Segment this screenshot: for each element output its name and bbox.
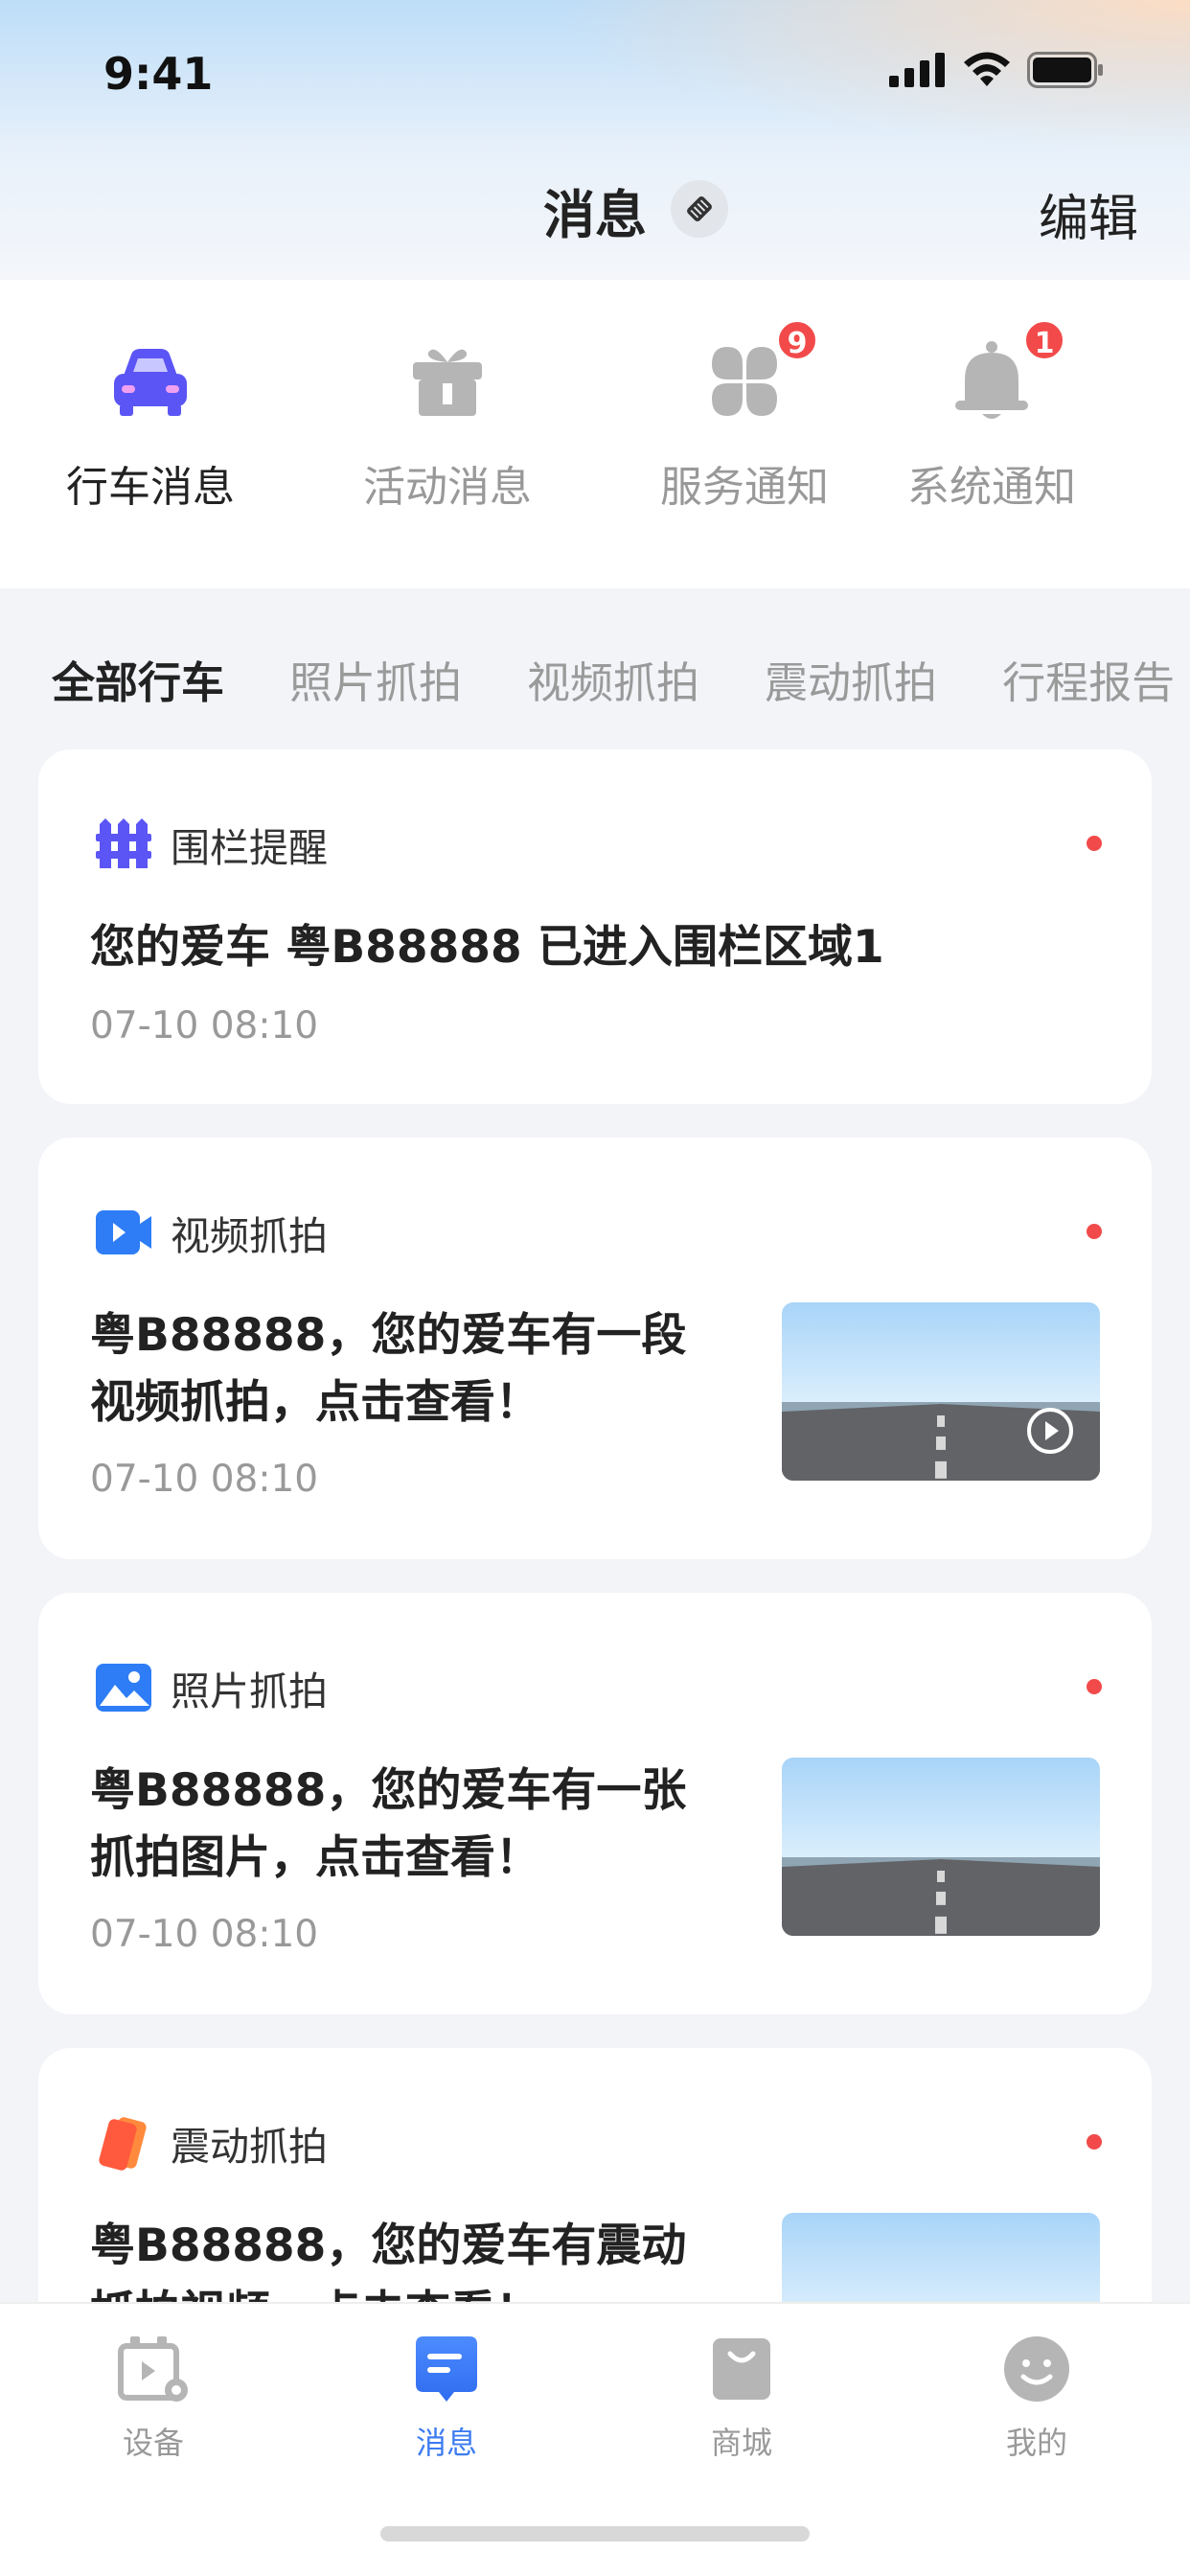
message-card-photo[interactable]: 照片抓拍 粤B88888，您的爱车有一张 抓拍图片，点击查看！ 07-10 08…	[38, 1593, 1152, 2014]
card-type-label: 震动抓拍	[171, 2124, 328, 2170]
road-image	[782, 1857, 1100, 1936]
card-header: 视频抓拍	[94, 1203, 328, 1262]
page-title: 消息	[543, 185, 647, 245]
tab-shop[interactable]: 商城	[646, 2333, 837, 2463]
card-type-label: 照片抓拍	[171, 1668, 328, 1714]
unread-badge: 1	[1022, 318, 1066, 362]
video-icon	[94, 1203, 153, 1262]
category-label: 服务通知	[660, 463, 829, 512]
tab-device[interactable]: 设备	[57, 2333, 249, 2463]
category-label: 活动消息	[363, 463, 532, 512]
message-card-video[interactable]: 视频抓拍 粤B88888，您的爱车有一段 视频抓拍，点击查看！ 07-10 08…	[38, 1138, 1152, 1559]
category-driving[interactable]: 行车消息	[35, 334, 265, 514]
category-service[interactable]: 9 服务通知	[629, 318, 859, 514]
message-time: 07-10 08:10	[90, 1004, 319, 1047]
photo-icon	[94, 1658, 153, 1717]
filter-tabs: 全部行车 照片抓拍 视频抓拍 震动抓拍 行程报告	[52, 648, 1190, 710]
message-icon	[410, 2333, 483, 2405]
clover-icon: 9	[697, 318, 819, 429]
card-header: 照片抓拍	[94, 1658, 328, 1717]
tab-label: 我的	[1005, 2425, 1067, 2461]
unread-dot	[1087, 836, 1102, 851]
tab-mine[interactable]: 我的	[941, 2333, 1133, 2463]
play-icon	[1027, 1408, 1073, 1454]
status-time: 9:41	[103, 48, 214, 100]
signal-icon	[889, 53, 945, 87]
tab-message[interactable]: 消息	[351, 2333, 542, 2463]
card-header: 震动抓拍	[94, 2113, 328, 2173]
shop-bag-icon	[705, 2333, 778, 2405]
filter-tab-photo[interactable]: 照片抓拍	[289, 648, 462, 710]
card-type-label: 视频抓拍	[171, 1213, 328, 1259]
car-icon	[103, 334, 198, 429]
message-time: 07-10 08:10	[90, 1913, 319, 1956]
wifi-icon	[964, 52, 1010, 86]
battery-icon	[1027, 52, 1103, 88]
filter-tab-video[interactable]: 视频抓拍	[527, 648, 699, 710]
message-text-line: 视频抓拍，点击查看！	[90, 1376, 540, 1429]
gift-icon	[400, 334, 495, 429]
message-card-fence[interactable]: 围栏提醒 您的爱车 粤B88888 已进入围栏区域1 07-10 08:10	[38, 749, 1152, 1104]
message-text-line: 粤B88888，您的爱车有一张	[90, 1764, 687, 1817]
message-text-line: 抓拍图片，点击查看！	[90, 1831, 540, 1884]
filter-tab-trip-report[interactable]: 行程报告	[1002, 648, 1175, 710]
device-icon	[117, 2333, 190, 2405]
smiley-icon	[1000, 2333, 1073, 2405]
filter-tab-all[interactable]: 全部行车	[52, 648, 224, 710]
photo-thumbnail[interactable]	[782, 1758, 1100, 1936]
unread-dot	[1087, 1679, 1102, 1694]
category-label: 行车消息	[66, 463, 235, 512]
message-text-line: 粤B88888，您的爱车有一段	[90, 1309, 687, 1362]
message-text: 粤B88888，您的爱车有一段 视频抓拍，点击查看！	[90, 1302, 686, 1437]
card-header: 围栏提醒	[94, 815, 328, 874]
clear-unread-icon[interactable]	[671, 180, 728, 238]
unread-badge: 9	[775, 318, 819, 362]
nav-title-wrap: 消息	[0, 172, 1190, 248]
vibration-icon	[94, 2113, 153, 2173]
message-text-line: 粤B88888，您的爱车有震动	[90, 2220, 687, 2272]
unread-dot	[1087, 1224, 1102, 1239]
unread-dot	[1087, 2134, 1102, 2150]
bell-icon: 1	[944, 318, 1066, 429]
home-indicator[interactable]	[380, 2526, 810, 2542]
category-activity[interactable]: 活动消息	[332, 334, 562, 514]
edit-button[interactable]: 编辑	[1039, 178, 1138, 250]
filter-tab-vibration[interactable]: 震动抓拍	[765, 648, 937, 710]
message-text: 粤B88888，您的爱车有一张 抓拍图片，点击查看！	[90, 1758, 686, 1892]
status-icons	[889, 52, 1104, 88]
tab-label: 设备	[122, 2425, 184, 2461]
category-system[interactable]: 1 系统通知	[877, 318, 1107, 514]
tab-label: 消息	[415, 2425, 477, 2461]
fence-icon	[94, 815, 153, 874]
card-type-label: 围栏提醒	[171, 825, 328, 871]
tab-label: 商城	[710, 2425, 772, 2461]
message-time: 07-10 08:10	[90, 1458, 319, 1501]
category-label: 系统通知	[907, 463, 1076, 512]
category-panel: 行车消息 活动消息 9 服务通知 1 系统通知	[0, 280, 1190, 588]
video-thumbnail[interactable]	[782, 1302, 1100, 1481]
message-text: 您的爱车 粤B88888 已进入围栏区域1	[90, 921, 884, 974]
